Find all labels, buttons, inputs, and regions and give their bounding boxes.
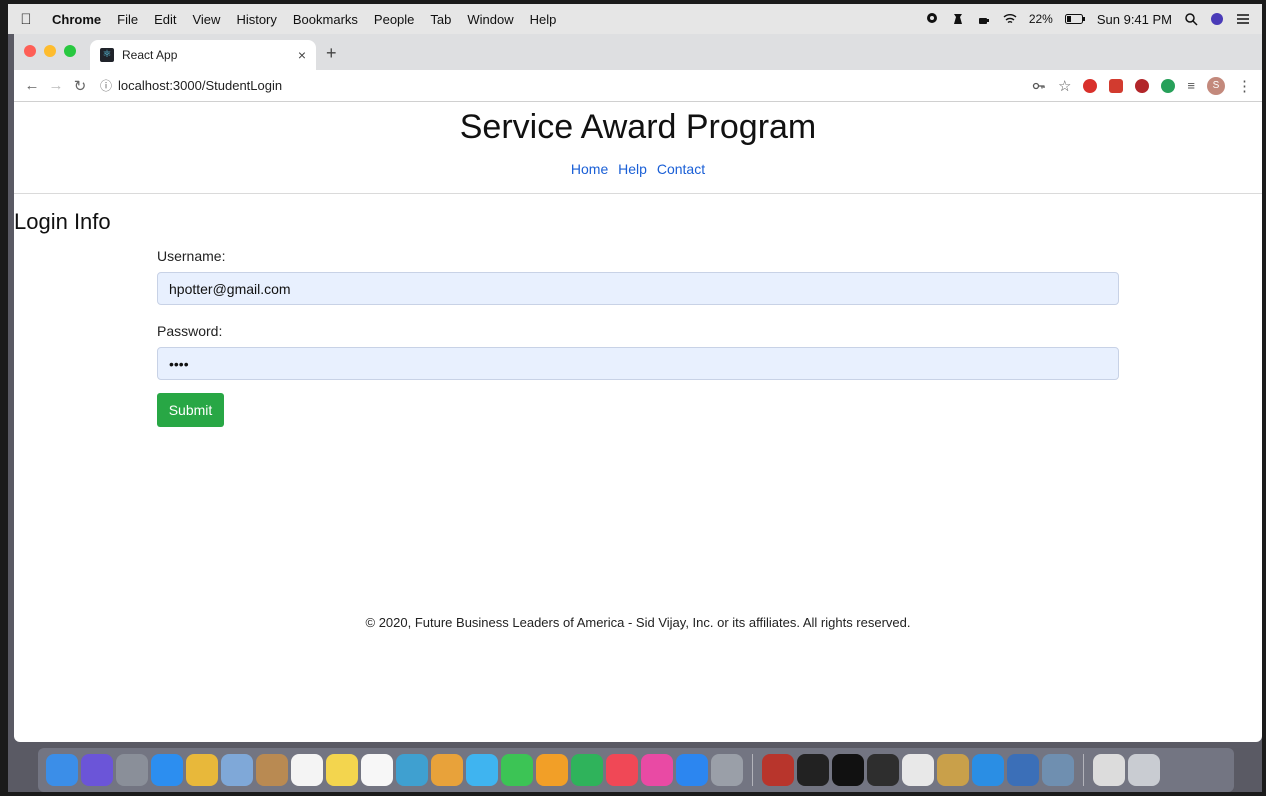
tab-react-app[interactable]: ⚛ React App ×	[90, 40, 316, 70]
menu-help[interactable]: Help	[522, 12, 565, 27]
password-input[interactable]	[157, 347, 1119, 380]
launchpad-icon[interactable]	[116, 754, 148, 786]
username-input[interactable]	[157, 272, 1119, 305]
siri-icon[interactable]	[81, 754, 113, 786]
close-window-button[interactable]	[24, 45, 36, 57]
profile-avatar[interactable]: S	[1207, 76, 1225, 95]
preview-icon[interactable]	[221, 754, 253, 786]
reading-list-icon[interactable]: ≡	[1187, 78, 1195, 93]
dock-separator	[1083, 754, 1084, 786]
toolbar-actions: ☆ ≡ S ⋮	[1032, 76, 1262, 95]
forward-icon[interactable]: →	[44, 77, 68, 94]
nav-divider	[14, 193, 1262, 194]
nav-help-link[interactable]: Help	[618, 161, 647, 177]
siri-menu-icon[interactable]	[1210, 12, 1224, 26]
new-tab-button[interactable]: +	[326, 43, 337, 64]
menu-chrome[interactable]: Chrome	[44, 12, 109, 27]
news-icon[interactable]	[606, 754, 638, 786]
password-label: Password:	[157, 323, 223, 339]
tie-icon[interactable]	[951, 12, 965, 26]
menu-bookmarks[interactable]: Bookmarks	[285, 12, 366, 27]
back-icon[interactable]: ←	[20, 77, 44, 94]
spotlight-search-icon[interactable]	[1184, 12, 1198, 26]
maximize-window-button[interactable]	[64, 45, 76, 57]
minimize-window-button[interactable]	[44, 45, 56, 57]
photos-icon[interactable]	[431, 754, 463, 786]
wifi-icon[interactable]	[1003, 12, 1017, 26]
page-title: Service Award Program	[459, 108, 817, 146]
finder-icon[interactable]	[46, 754, 78, 786]
nav-home-link[interactable]: Home	[571, 161, 608, 177]
menu-people[interactable]: People	[366, 12, 422, 27]
address-bar[interactable]: ⓘ localhost:3000/StudentLogin	[100, 77, 282, 94]
dock	[38, 748, 1234, 792]
trash-icon[interactable]	[1128, 754, 1160, 786]
quicktime-icon[interactable]	[1007, 754, 1039, 786]
login-heading: Login Info	[14, 209, 111, 234]
menu-view[interactable]: View	[184, 12, 228, 27]
site-nav: Home Help Contact	[14, 161, 1262, 177]
activity-monitor-icon[interactable]	[867, 754, 899, 786]
facetime-icon[interactable]	[501, 754, 533, 786]
clock[interactable]: Sun 9:41 PM	[1097, 12, 1172, 27]
menu-tab[interactable]: Tab	[422, 12, 459, 27]
react-icon: ⚛	[100, 48, 114, 62]
apple-icon[interactable]: 	[8, 11, 44, 28]
key-icon[interactable]	[1032, 79, 1046, 93]
dock-separator	[752, 754, 753, 786]
status-area: 22% Sun 9:41 PM	[925, 12, 1262, 27]
battery-percent: 22%	[1028, 12, 1053, 26]
vscode-icon[interactable]	[972, 754, 1004, 786]
web-page: Service Award Program Home Help Contact …	[14, 102, 1262, 742]
system-preferences-icon[interactable]	[711, 754, 743, 786]
windows-icon[interactable]	[1093, 754, 1125, 786]
more-menu-icon[interactable]: ⋮	[1237, 77, 1252, 95]
battery-icon[interactable]	[1064, 14, 1085, 24]
notes-icon[interactable]	[326, 754, 358, 786]
photo-booth-icon[interactable]	[396, 754, 428, 786]
reload-icon[interactable]: ↻	[68, 77, 92, 95]
username-label: Username:	[157, 248, 226, 264]
notebook-icon[interactable]	[256, 754, 288, 786]
app-store-icon[interactable]	[676, 754, 708, 786]
messages-icon[interactable]	[466, 754, 498, 786]
screenshot-icon[interactable]	[1042, 754, 1074, 786]
terminal-icon[interactable]	[797, 754, 829, 786]
tab-title: React App	[122, 48, 178, 62]
adblock-icon[interactable]	[1083, 78, 1098, 93]
menu-bar:  Chrome File Edit View History Bookmark…	[8, 4, 1262, 34]
calendar-icon[interactable]	[291, 754, 323, 786]
url-text[interactable]: localhost:3000/StudentLogin	[118, 78, 282, 93]
green-extension-icon[interactable]	[1161, 78, 1176, 93]
coffee-icon[interactable]	[977, 12, 991, 26]
ublock-icon[interactable]	[1135, 78, 1150, 93]
notification-center-icon[interactable]	[1236, 12, 1250, 26]
copyright-footer: © 2020, Future Business Leaders of Ameri…	[365, 615, 911, 630]
red-bookmark-extension-icon[interactable]	[1109, 78, 1124, 93]
keychain-icon[interactable]	[937, 754, 969, 786]
screen:  Chrome File Edit View History Bookmark…	[8, 4, 1262, 792]
numbers-icon[interactable]	[571, 754, 603, 786]
bookmark-star-icon[interactable]: ☆	[1058, 77, 1071, 95]
safari-icon[interactable]	[151, 754, 183, 786]
location-pin-icon[interactable]	[925, 12, 939, 26]
menu-history[interactable]: History	[228, 12, 284, 27]
submit-button[interactable]: Submit	[157, 393, 224, 427]
itunes-icon[interactable]	[641, 754, 673, 786]
intellij-icon[interactable]	[832, 754, 864, 786]
browser-toolbar: ← → ↻ ⓘ localhost:3000/StudentLogin ☆ ≡ …	[14, 70, 1262, 102]
chrome-icon[interactable]	[186, 754, 218, 786]
menu-edit[interactable]: Edit	[146, 12, 184, 27]
site-info-icon[interactable]: ⓘ	[100, 77, 112, 94]
tab-strip: ⚛ React App × +	[14, 34, 1262, 70]
menu-file[interactable]: File	[109, 12, 146, 27]
pages-icon[interactable]	[536, 754, 568, 786]
textedit-icon[interactable]	[902, 754, 934, 786]
tab-close-icon[interactable]: ×	[298, 47, 306, 63]
dictionary-icon[interactable]	[762, 754, 794, 786]
nav-contact-link[interactable]: Contact	[657, 161, 705, 177]
menu-window[interactable]: Window	[459, 12, 521, 27]
reminders-icon[interactable]	[361, 754, 393, 786]
